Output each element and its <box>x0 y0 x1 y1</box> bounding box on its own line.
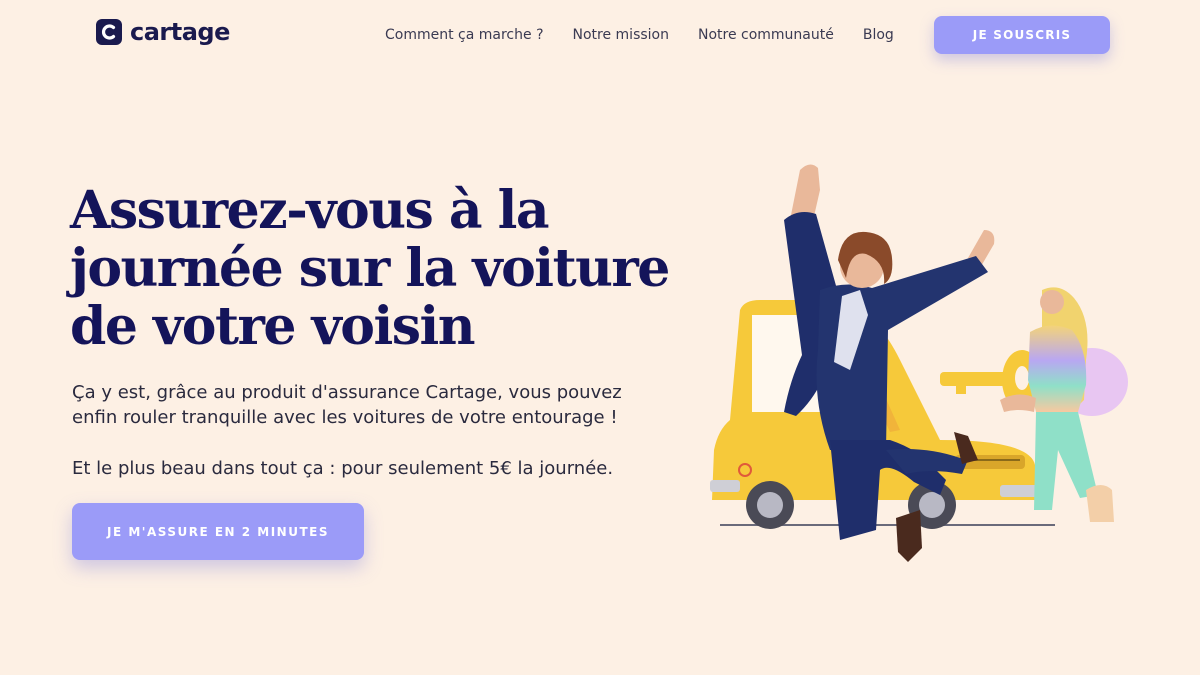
nav-links: Comment ça marche ? Notre mission Notre … <box>385 27 923 43</box>
nav-link-blog[interactable]: Blog <box>863 27 894 43</box>
insure-cta-button[interactable]: JE M'ASSURE EN 2 MINUTES <box>72 503 364 560</box>
nav-link-how-it-works[interactable]: Comment ça marche ? <box>385 27 544 43</box>
logo[interactable]: cartage <box>96 18 230 46</box>
hero-title: Assurez-vous à la journée sur la voiture… <box>70 180 670 357</box>
hero-paragraph-2: Et le plus beau dans tout ça : pour seul… <box>72 458 614 479</box>
nav-link-community[interactable]: Notre communauté <box>698 27 834 43</box>
hero-paragraph-1: Ça y est, grâce au produit d'assurance C… <box>72 382 622 428</box>
cartage-logo-icon <box>96 19 122 45</box>
logo-text: cartage <box>130 18 230 46</box>
nav-link-mission[interactable]: Notre mission <box>573 27 669 43</box>
car-wheel-left <box>746 481 794 529</box>
hero-illustration <box>710 164 1128 562</box>
top-navigation: cartage Comment ça marche ? Notre missio… <box>0 0 1200 70</box>
subscribe-button[interactable]: JE SOUSCRIS <box>934 16 1110 54</box>
